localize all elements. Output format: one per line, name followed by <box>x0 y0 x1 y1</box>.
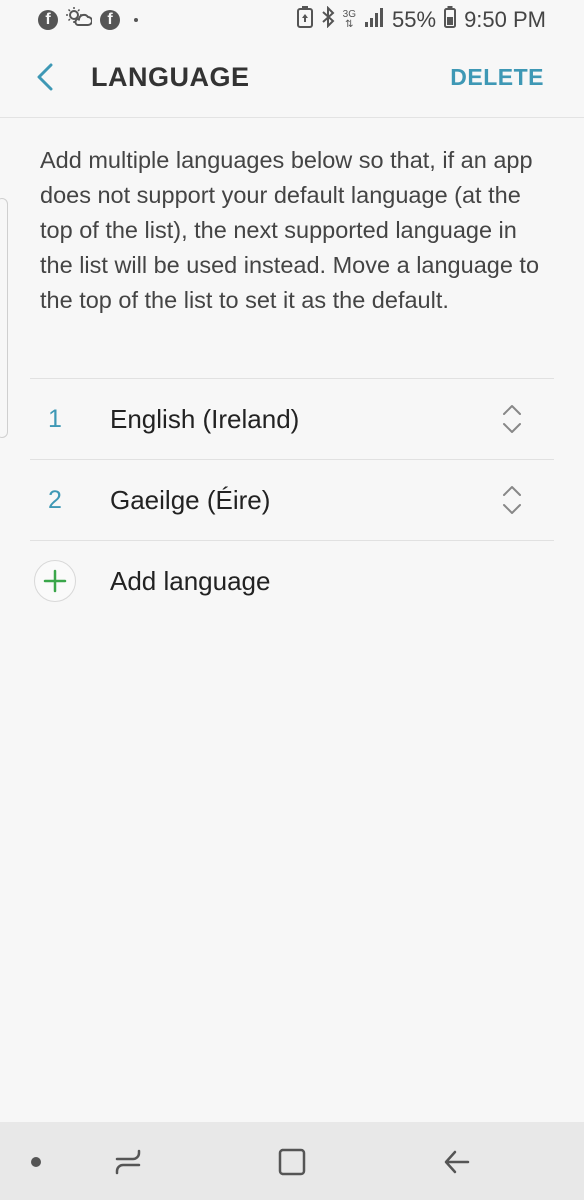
home-icon[interactable] <box>272 1142 312 1182</box>
battery-percent: 55% <box>392 7 437 32</box>
language-number: 2 <box>48 485 62 514</box>
plus-icon <box>34 560 76 602</box>
language-name: English (Ireland) <box>110 403 300 434</box>
language-name: Gaeilge (Éire) <box>110 484 271 515</box>
add-language-label: Add language <box>110 565 271 596</box>
page-title: LANGUAGE <box>91 62 250 92</box>
status-time: 9:50 PM <box>464 7 546 32</box>
dot-icon[interactable] <box>16 1142 56 1182</box>
facebook-icon: f <box>38 10 58 30</box>
signal-icon <box>364 7 384 33</box>
reorder-handle-icon[interactable] <box>500 402 524 436</box>
network-3g-icon: 3G ⇅ <box>342 9 357 30</box>
recent-apps-icon[interactable] <box>108 1142 148 1182</box>
add-language-button[interactable]: Add language <box>30 541 554 621</box>
chevron-left-icon <box>36 63 54 96</box>
status-left: f f <box>38 7 138 33</box>
language-list: 1 English (Ireland) 2 Gaeilge (Éire) Add… <box>30 378 554 621</box>
battery-saver-icon <box>296 6 313 34</box>
language-row[interactable]: 1 English (Ireland) <box>30 378 554 459</box>
status-right: 3G ⇅ 55% 9:50 PM <box>296 5 546 34</box>
reorder-handle-icon[interactable] <box>500 483 524 517</box>
battery-icon <box>444 6 457 34</box>
description-text: Add multiple languages below so that, if… <box>40 147 540 313</box>
screen: f f 3G ⇅ 55% 9:50 PM LANGUAGE DELETE Add… <box>0 0 584 1200</box>
weather-icon <box>66 7 93 33</box>
app-bar: LANGUAGE DELETE <box>0 40 584 118</box>
navigation-bar <box>0 1122 584 1200</box>
status-bar: f f 3G ⇅ 55% 9:50 PM <box>0 0 584 40</box>
facebook-icon: f <box>100 10 120 30</box>
back-arrow-icon[interactable] <box>436 1142 476 1182</box>
delete-button[interactable]: DELETE <box>450 64 544 91</box>
bluetooth-icon <box>321 5 335 34</box>
notification-dot-icon <box>134 18 138 22</box>
language-row[interactable]: 2 Gaeilge (Éire) <box>30 459 554 541</box>
back-button[interactable] <box>28 62 62 96</box>
edge-panel-handle[interactable] <box>0 198 8 438</box>
language-number: 1 <box>48 404 62 433</box>
